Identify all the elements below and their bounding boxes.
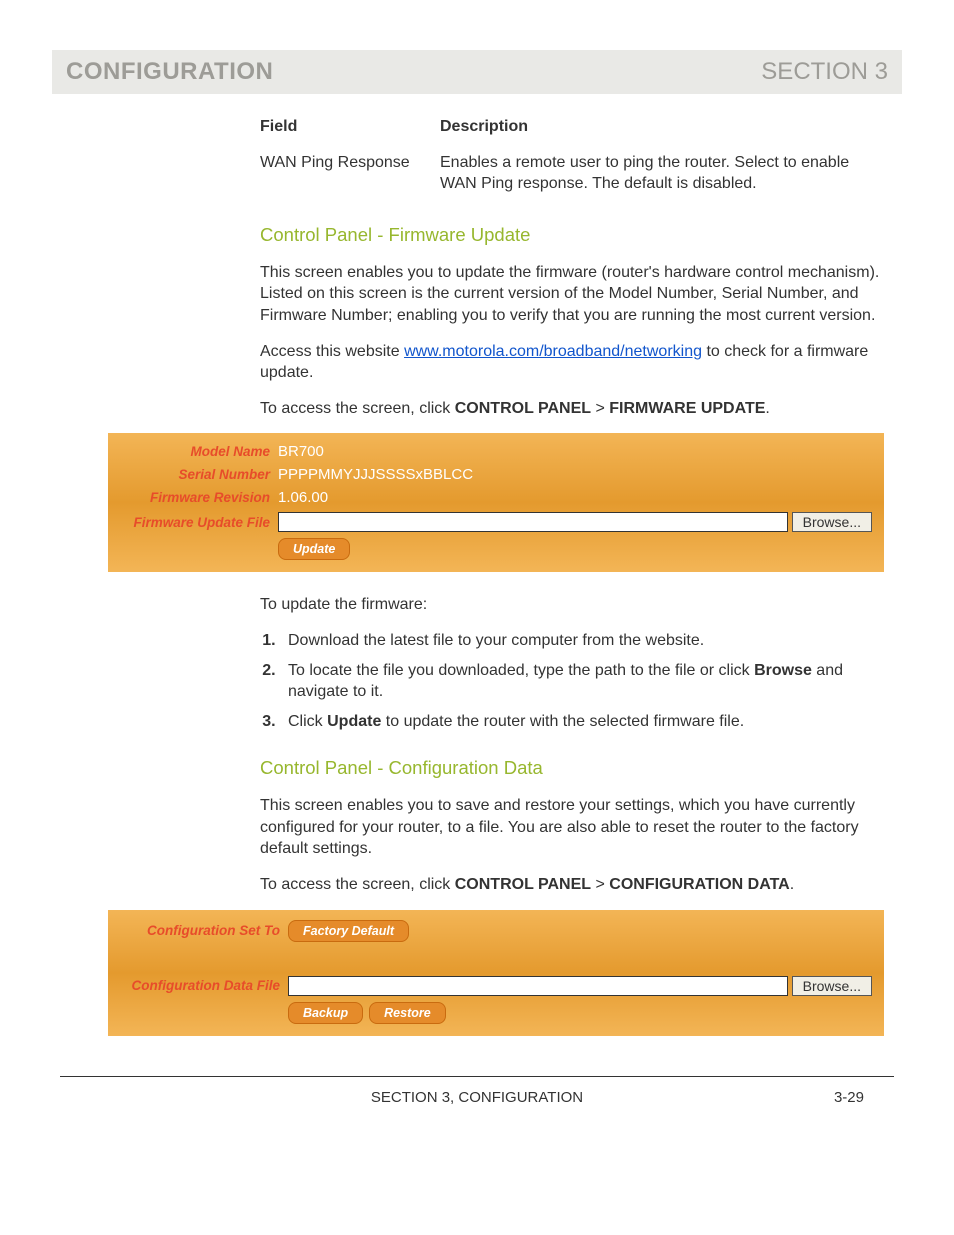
restore-button[interactable]: Restore [369,1002,446,1024]
section-heading-firmware: Control Panel - Firmware Update [260,223,884,248]
text-bold: FIRMWARE UPDATE [609,400,765,417]
footer-divider [60,1076,894,1077]
field-description-table: Field Description WAN Ping Response Enab… [260,112,884,199]
config-file-input[interactable] [288,976,788,996]
header-title-right: SECTION 3 [761,58,888,86]
firmware-update-panel: Model Name BR700 Serial Number PPPPMMYJJ… [108,433,884,572]
backup-button[interactable]: Backup [288,1002,363,1024]
body-text: To update the firmware: [260,594,884,616]
text-fragment: . [790,876,794,893]
table-header-field: Field [260,112,440,148]
firmware-update-link[interactable]: www.motorola.com/broadband/networking [404,343,702,360]
footer-page-number: 3-29 [834,1089,864,1106]
update-button[interactable]: Update [278,538,350,560]
factory-default-button[interactable]: Factory Default [288,920,409,942]
text-fragment: To locate the file you downloaded, type … [288,662,754,679]
firmware-file-label: Firmware Update File [120,515,278,530]
firmware-revision-label: Firmware Revision [120,490,278,505]
text-bold: CONTROL PANEL [455,400,591,417]
text-bold: CONTROL PANEL [455,876,591,893]
firmware-revision-value: 1.06.00 [278,489,328,506]
list-item: Download the latest file to your compute… [280,630,884,652]
text-fragment: Click [288,713,327,730]
text-bold: Browse [754,662,812,679]
text-fragment: Access this website [260,343,404,360]
text-bold: CONFIGURATION DATA [609,876,789,893]
body-text: This screen enables you to save and rest… [260,795,884,860]
firmware-file-input[interactable] [278,512,788,532]
configuration-data-panel: Configuration Set To Factory Default Con… [108,910,884,1036]
list-item: Click Update to update the router with t… [280,711,884,733]
text-fragment: . [765,400,769,417]
serial-number-label: Serial Number [120,467,278,482]
page-footer: SECTION 3, CONFIGURATION 3-29 [60,1089,894,1106]
text-fragment: > [591,876,609,893]
browse-button[interactable]: Browse... [792,512,872,532]
footer-center-text: SECTION 3, CONFIGURATION [371,1089,583,1106]
table-header-description: Description [440,112,884,148]
table-row: WAN Ping Response Enables a remote user … [260,148,884,199]
config-data-file-label: Configuration Data File [120,978,288,993]
body-text: To access the screen, click CONTROL PANE… [260,874,884,896]
text-fragment: To access the screen, click [260,876,455,893]
body-text: Access this website www.motorola.com/bro… [260,341,884,384]
field-desc-cell: Enables a remote user to ping the router… [440,148,884,199]
config-set-to-label: Configuration Set To [120,923,288,938]
firmware-steps-list: Download the latest file to your compute… [260,630,884,732]
body-text: This screen enables you to update the fi… [260,262,884,327]
page-header: CONFIGURATION SECTION 3 [52,50,902,94]
list-item: To locate the file you downloaded, type … [280,660,884,703]
model-name-value: BR700 [278,443,324,460]
text-fragment: to update the router with the selected f… [381,713,744,730]
text-fragment: To access the screen, click [260,400,455,417]
text-bold: Update [327,713,381,730]
model-name-label: Model Name [120,444,278,459]
serial-number-value: PPPPMMYJJJSSSSxBBLCC [278,466,473,483]
section-heading-config: Control Panel - Configuration Data [260,756,884,781]
field-name-cell: WAN Ping Response [260,148,440,199]
body-text: To access the screen, click CONTROL PANE… [260,398,884,420]
text-fragment: > [591,400,609,417]
browse-button[interactable]: Browse... [792,976,872,996]
header-title-left: CONFIGURATION [66,58,273,86]
